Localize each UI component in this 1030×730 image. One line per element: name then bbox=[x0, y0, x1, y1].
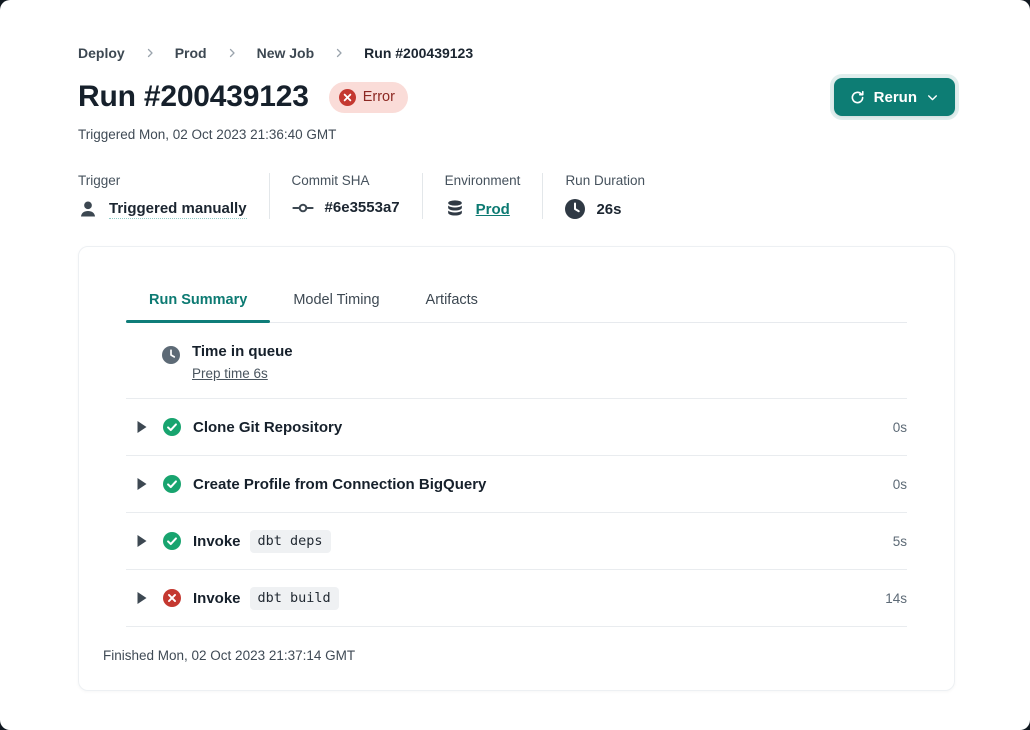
tab-bar: Run Summary Model Timing Artifacts bbox=[126, 292, 907, 323]
chevron-right-icon bbox=[333, 47, 345, 59]
prep-time-link[interactable]: Prep time 6s bbox=[192, 366, 268, 381]
step-duration: 0s bbox=[893, 477, 907, 492]
queue-step-row: Time in queue Prep time 6s bbox=[126, 323, 907, 399]
error-circle-icon bbox=[339, 89, 356, 106]
step-command-chip: dbt deps bbox=[250, 530, 331, 553]
page-title: Run #200439123 bbox=[78, 80, 309, 114]
run-meta-row: Trigger Triggered manually Commit SHA #6… bbox=[78, 173, 955, 219]
meta-trigger-label: Trigger bbox=[78, 173, 247, 188]
caret-right-icon[interactable] bbox=[136, 420, 148, 434]
success-check-icon bbox=[163, 418, 181, 436]
success-check-icon bbox=[163, 532, 181, 550]
queue-step-title: Time in queue bbox=[192, 343, 293, 360]
rerun-button-label: Rerun bbox=[874, 89, 917, 106]
step-duration: 5s bbox=[893, 534, 907, 549]
clock-icon bbox=[162, 346, 180, 364]
meta-run-duration: Run Duration 26s bbox=[565, 173, 645, 219]
breadcrumb-item-new-job[interactable]: New Job bbox=[257, 45, 315, 61]
breadcrumb: Deploy Prod New Job Run #200439123 bbox=[78, 0, 955, 61]
meta-commit-value: #6e3553a7 bbox=[325, 199, 400, 216]
step-duration: 14s bbox=[885, 591, 907, 606]
step-title: Invoke bbox=[193, 590, 241, 607]
meta-commit-sha: Commit SHA #6e3553a7 bbox=[292, 173, 400, 219]
database-icon bbox=[445, 199, 465, 219]
clock-icon bbox=[565, 199, 585, 219]
status-badge: Error bbox=[329, 82, 408, 113]
run-detail-page: Deploy Prod New Job Run #200439123 Run #… bbox=[0, 0, 1030, 730]
rerun-button[interactable]: Rerun bbox=[834, 78, 955, 116]
step-title: Create Profile from Connection BigQuery bbox=[193, 476, 486, 493]
chevron-right-icon bbox=[226, 47, 238, 59]
caret-right-icon[interactable] bbox=[136, 591, 148, 605]
meta-duration-label: Run Duration bbox=[565, 173, 645, 188]
meta-environment-label: Environment bbox=[445, 173, 521, 188]
person-icon bbox=[78, 199, 98, 219]
tab-artifacts[interactable]: Artifacts bbox=[403, 292, 501, 322]
step-row-invoke-dbt-deps[interactable]: Invoke dbt deps 5s bbox=[126, 513, 907, 570]
caret-right-icon[interactable] bbox=[136, 477, 148, 491]
step-command-chip: dbt build bbox=[250, 587, 339, 610]
meta-environment-link[interactable]: Prod bbox=[476, 201, 510, 218]
meta-divider bbox=[542, 173, 543, 219]
tab-run-summary[interactable]: Run Summary bbox=[126, 292, 270, 322]
commit-icon bbox=[292, 200, 314, 216]
step-duration: 0s bbox=[893, 420, 907, 435]
breadcrumb-item-current-run: Run #200439123 bbox=[364, 45, 473, 61]
meta-divider bbox=[269, 173, 270, 219]
step-row-clone-git-repository[interactable]: Clone Git Repository 0s bbox=[126, 399, 907, 456]
step-row-invoke-dbt-build[interactable]: Invoke dbt build 14s bbox=[126, 570, 907, 627]
meta-environment: Environment Prod bbox=[445, 173, 521, 219]
success-check-icon bbox=[163, 475, 181, 493]
triggered-timestamp: Triggered Mon, 02 Oct 2023 21:36:40 GMT bbox=[78, 127, 955, 142]
page-header: Run #200439123 Error Rerun bbox=[78, 78, 955, 116]
finished-timestamp: Finished Mon, 02 Oct 2023 21:37:14 GMT bbox=[103, 627, 930, 690]
meta-divider bbox=[422, 173, 423, 219]
meta-trigger-value[interactable]: Triggered manually bbox=[109, 200, 247, 219]
breadcrumb-item-deploy[interactable]: Deploy bbox=[78, 45, 125, 61]
error-circle-icon bbox=[163, 589, 181, 607]
caret-right-icon[interactable] bbox=[136, 534, 148, 548]
meta-trigger: Trigger Triggered manually bbox=[78, 173, 247, 219]
refresh-icon bbox=[850, 90, 865, 105]
status-badge-label: Error bbox=[363, 89, 395, 105]
chevron-right-icon bbox=[144, 47, 156, 59]
breadcrumb-item-prod[interactable]: Prod bbox=[175, 45, 207, 61]
chevron-down-icon bbox=[926, 91, 939, 104]
step-title: Clone Git Repository bbox=[193, 419, 342, 436]
meta-commit-label: Commit SHA bbox=[292, 173, 400, 188]
step-title: Invoke bbox=[193, 533, 241, 550]
run-summary-card: Run Summary Model Timing Artifacts Time … bbox=[78, 246, 955, 691]
meta-duration-value: 26s bbox=[596, 201, 621, 218]
tab-model-timing[interactable]: Model Timing bbox=[270, 292, 402, 322]
step-row-create-profile[interactable]: Create Profile from Connection BigQuery … bbox=[126, 456, 907, 513]
